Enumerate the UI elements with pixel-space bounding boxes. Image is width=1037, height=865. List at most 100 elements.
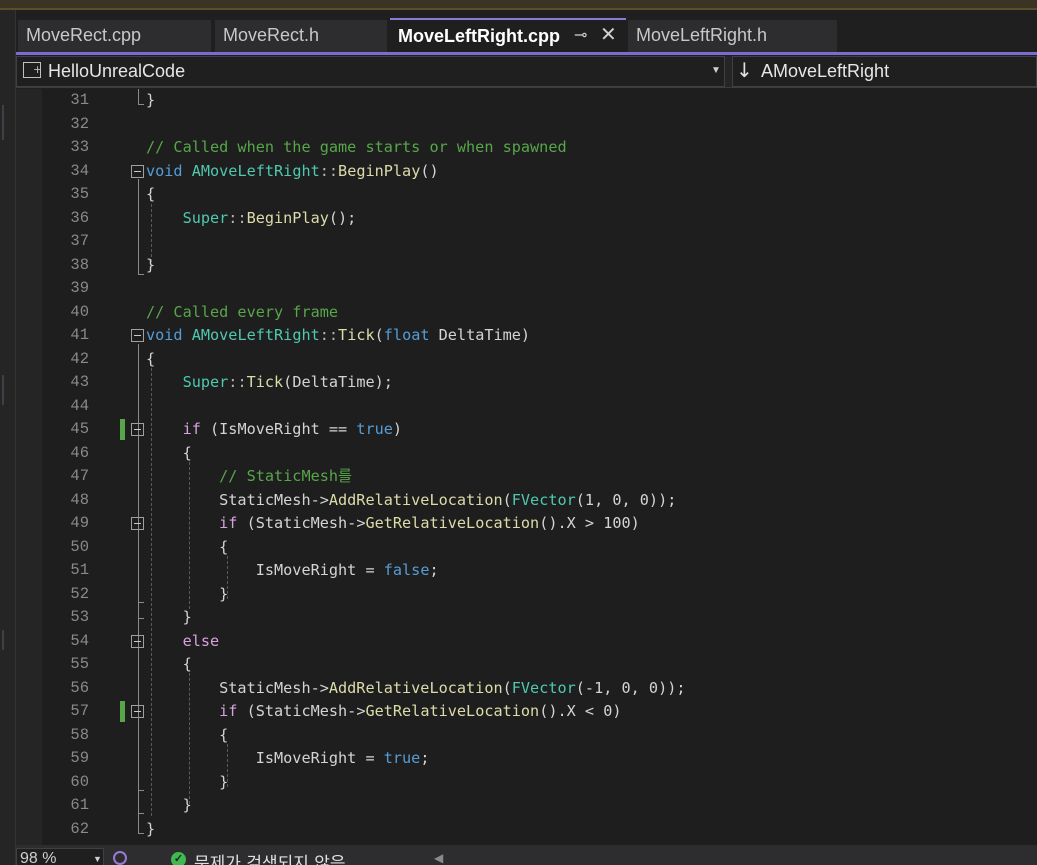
line-number: 56 bbox=[70, 678, 89, 697]
copilot-icon[interactable] bbox=[113, 851, 127, 865]
code-line: 44 bbox=[16, 395, 1037, 419]
line-number: 43 bbox=[70, 373, 89, 391]
code-text: else bbox=[146, 631, 220, 650]
code-line: 58 { bbox=[16, 724, 1037, 748]
code-line: 49 if (StaticMesh->GetRelativeLocation()… bbox=[16, 512, 1037, 536]
tab-moveleftright-h[interactable]: MoveLeftRight.h bbox=[628, 20, 837, 52]
code-line: 55 { bbox=[16, 653, 1037, 677]
line-number: 46 bbox=[70, 443, 89, 462]
code-text: { bbox=[146, 655, 192, 673]
code-line: 42 { bbox=[16, 348, 1037, 372]
code-line: 47 // StaticMesh를 bbox=[16, 465, 1037, 489]
code-text: Super::BeginPlay(); bbox=[182, 208, 357, 227]
line-number: 51 bbox=[70, 561, 89, 579]
project-label: HelloUnrealCode bbox=[48, 61, 186, 81]
code-line: 40 // Called every frame bbox=[16, 301, 1037, 325]
line-number: 34 bbox=[70, 161, 89, 180]
code-text: void AMoveLeftRight::BeginPlay() bbox=[146, 161, 439, 180]
tab-moverect-h[interactable]: MoveRect.h bbox=[215, 20, 387, 52]
scope-dropdown[interactable]: ↓ AMoveLeftRight bbox=[732, 56, 1037, 87]
line-number: 36 bbox=[70, 208, 89, 227]
code-text: StaticMesh->AddRelativeLocation(FVector(… bbox=[146, 678, 686, 697]
code-line: 54 else bbox=[16, 630, 1037, 654]
code-text: } bbox=[146, 796, 192, 814]
pin-icon[interactable]: ⊸ bbox=[574, 20, 587, 52]
line-number: 41 bbox=[70, 326, 89, 344]
chevron-down-icon[interactable]: ▼ bbox=[711, 65, 721, 76]
code-line: 38} bbox=[16, 254, 1037, 278]
collapse-icon[interactable] bbox=[131, 423, 144, 436]
line-number: 44 bbox=[70, 396, 89, 415]
code-text: } bbox=[146, 255, 156, 274]
code-line: 32 bbox=[16, 113, 1037, 137]
change-marker bbox=[120, 419, 125, 440]
code-line: 34 void AMoveLeftRight::BeginPlay() bbox=[16, 160, 1037, 184]
scope-arrow-icon: ↓ bbox=[736, 58, 753, 82]
line-number: 61 bbox=[70, 796, 89, 814]
project-class-icon bbox=[23, 62, 42, 78]
code-text: IsMoveRight = false; bbox=[146, 561, 439, 579]
code-line: 46 { bbox=[16, 442, 1037, 466]
collapse-icon[interactable] bbox=[131, 517, 144, 530]
check-icon: ✓ bbox=[171, 852, 186, 865]
code-line: 36 Super::BeginPlay(); bbox=[16, 207, 1037, 231]
tab-label: MoveRect.h bbox=[223, 25, 320, 45]
line-number: 40 bbox=[70, 302, 89, 321]
code-text: IsMoveRight = true; bbox=[146, 749, 430, 767]
collapse-icon[interactable] bbox=[131, 329, 144, 342]
line-number: 39 bbox=[70, 279, 89, 297]
line-number: 55 bbox=[70, 655, 89, 673]
code-text: if (IsMoveRight == true) bbox=[182, 420, 403, 438]
line-number: 60 bbox=[70, 772, 89, 791]
code-text: { bbox=[146, 443, 192, 462]
code-line: 59 IsMoveRight = true; bbox=[16, 747, 1037, 771]
code-line: 35 { bbox=[16, 183, 1037, 207]
code-line: 57 if (StaticMesh->GetRelativeLocation()… bbox=[16, 700, 1037, 724]
code-text: { bbox=[146, 725, 229, 744]
code-text: { bbox=[146, 349, 156, 368]
code-text: StaticMesh->AddRelativeLocation(FVector(… bbox=[146, 490, 677, 509]
collapse-icon[interactable] bbox=[131, 164, 144, 178]
code-text: } bbox=[146, 584, 229, 603]
line-number: 49 bbox=[70, 514, 89, 532]
line-number: 52 bbox=[70, 584, 89, 603]
code-text: // Called every frame bbox=[146, 302, 339, 321]
tab-moveleftright-cpp[interactable]: MoveLeftRight.cpp ⊸ ✕ bbox=[390, 18, 626, 54]
line-number: 48 bbox=[70, 490, 89, 509]
close-icon[interactable]: ✕ bbox=[600, 20, 617, 51]
line-number: 45 bbox=[70, 420, 89, 438]
code-line: 52 } bbox=[16, 583, 1037, 607]
chevron-down-icon[interactable]: ▼ bbox=[93, 849, 102, 865]
scope-label: AMoveLeftRight bbox=[761, 61, 890, 81]
line-number: 33 bbox=[70, 138, 89, 156]
line-number: 58 bbox=[70, 725, 89, 744]
line-number: 62 bbox=[70, 819, 89, 838]
code-text: } bbox=[146, 819, 156, 838]
code-text: if (StaticMesh->GetRelativeLocation().X … bbox=[219, 702, 622, 720]
project-dropdown[interactable]: HelloUnrealCode ▼ bbox=[16, 56, 725, 87]
collapse-icon[interactable] bbox=[131, 705, 144, 718]
line-number: 38 bbox=[70, 255, 89, 274]
line-number: 54 bbox=[70, 631, 89, 650]
scroll-left-icon[interactable]: ◀ bbox=[434, 851, 443, 865]
navigation-bar: HelloUnrealCode ▼ ↓ AMoveLeftRight bbox=[16, 56, 1037, 88]
code-text: // Called when the game starts or when s… bbox=[146, 138, 567, 156]
collapse-icon[interactable] bbox=[131, 634, 144, 648]
code-line: 45 if (IsMoveRight == true) bbox=[16, 418, 1037, 442]
code-editor[interactable]: 31} 32 33 // Called when the game starts … bbox=[16, 89, 1037, 845]
vertical-scrollbar[interactable] bbox=[1021, 89, 1037, 845]
document-tab-bar: MoveRect.cpp MoveRect.h MoveLeftRight.cp… bbox=[16, 10, 1037, 55]
code-line: 62} bbox=[16, 818, 1037, 842]
tab-label: MoveRect.cpp bbox=[26, 25, 142, 45]
code-line: 43 Super::Tick(DeltaTime); bbox=[16, 371, 1037, 395]
code-text: { bbox=[146, 185, 156, 203]
line-number: 35 bbox=[70, 185, 89, 203]
code-text: // StaticMesh를 bbox=[146, 467, 352, 485]
tab-moverect-cpp[interactable]: MoveRect.cpp bbox=[18, 20, 211, 52]
issues-status[interactable]: 문제가 검색되지 않음 bbox=[194, 849, 346, 865]
code-line: 41 void AMoveLeftRight::Tick(float DeltaT… bbox=[16, 324, 1037, 348]
tab-label: MoveLeftRight.h bbox=[636, 25, 768, 45]
code-line: 37 bbox=[16, 230, 1037, 254]
code-text: } bbox=[146, 91, 156, 109]
zoom-dropdown[interactable]: 98 % ▼ bbox=[16, 848, 104, 865]
